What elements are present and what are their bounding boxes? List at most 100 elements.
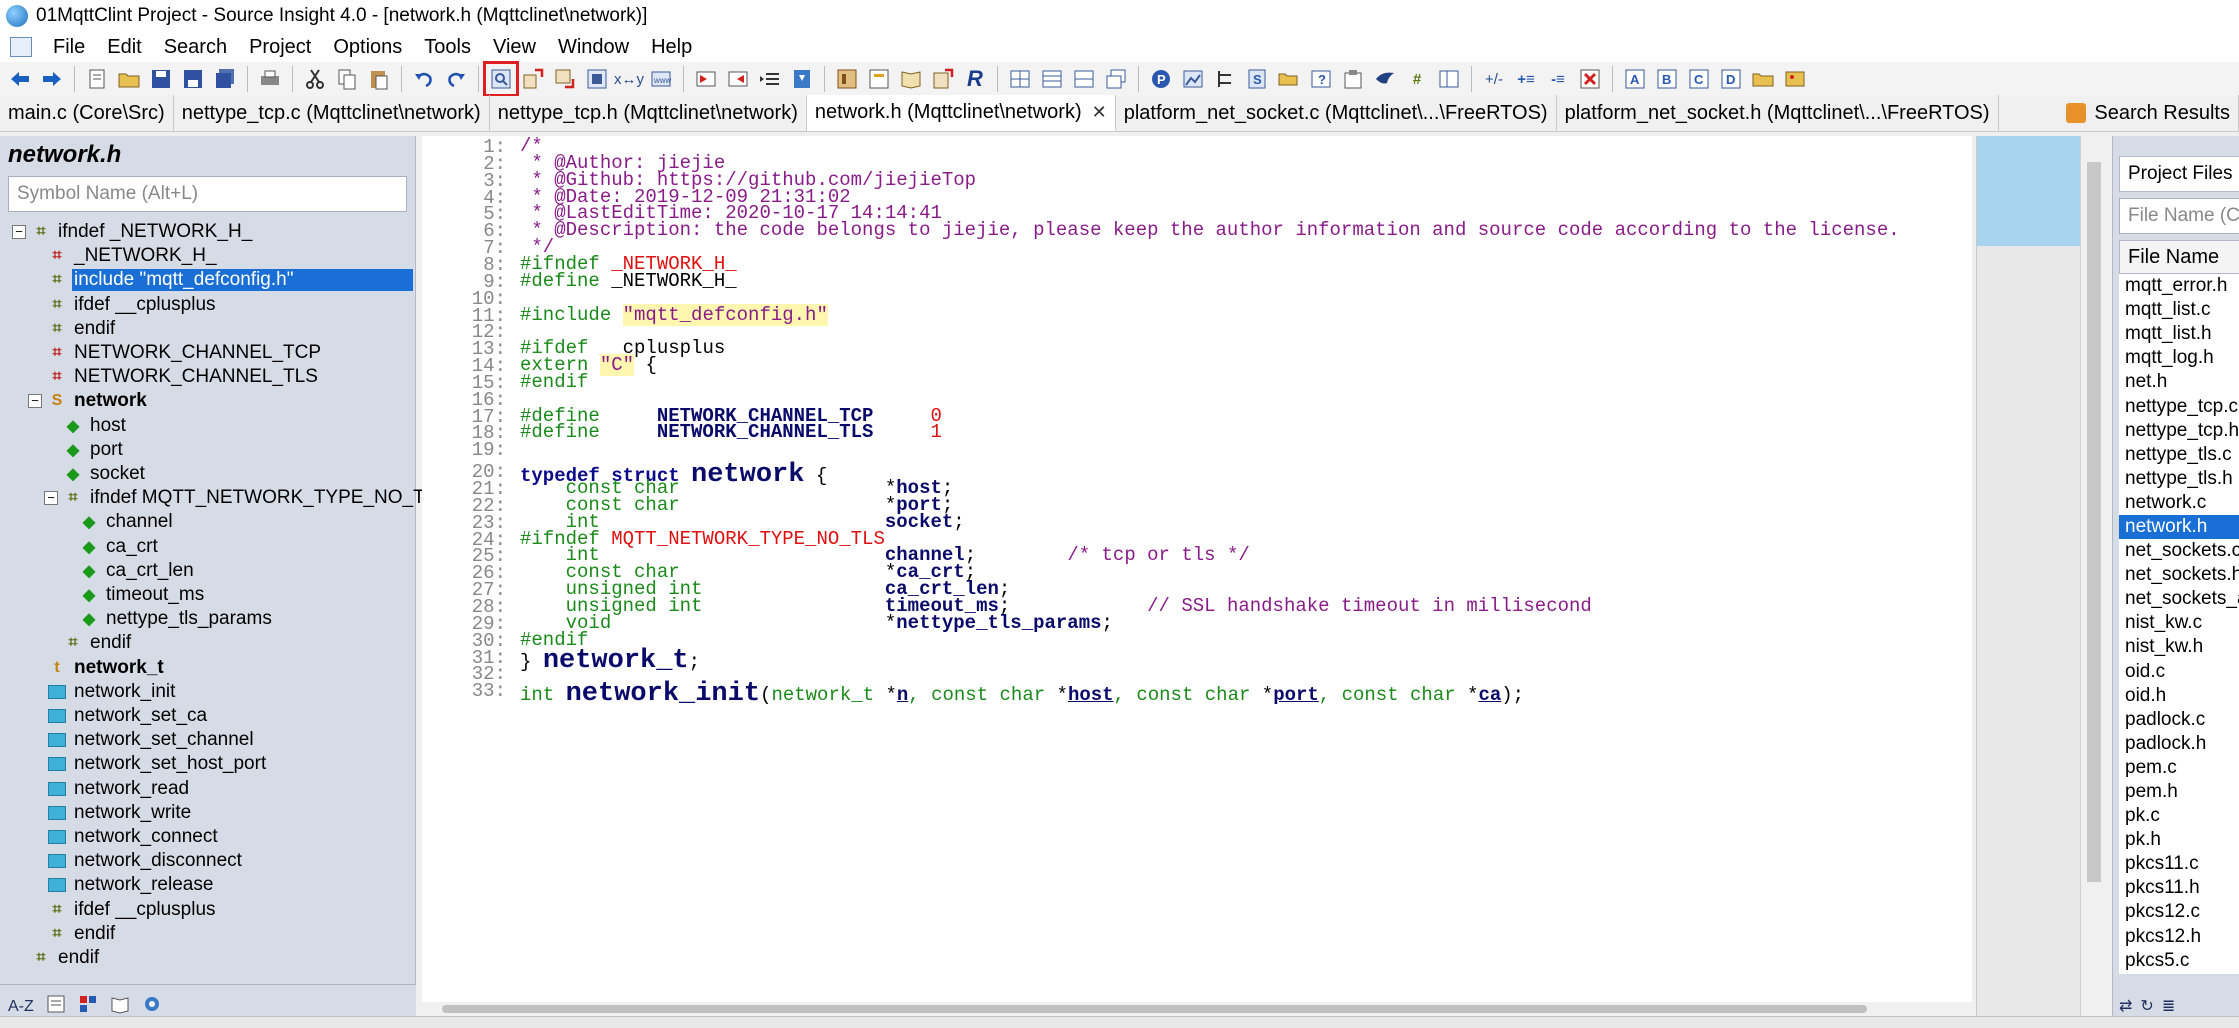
project-file-item[interactable]: oid.c [2119, 660, 2239, 684]
menu-window[interactable]: Window [547, 36, 640, 59]
project-file-item[interactable]: pkcs11.c [2119, 852, 2239, 876]
symbol-tree-item[interactable]: ◆ timeout_ms [60, 583, 206, 607]
menu-project[interactable]: Project [238, 36, 322, 59]
project-file-item[interactable]: padlock.h [2119, 732, 2239, 756]
project-file-item[interactable]: nist_kw.h [2119, 635, 2239, 659]
context-icon[interactable]: x↔y [614, 66, 644, 92]
symbol-tree-item[interactable]: ◆ channel [60, 510, 175, 534]
symbol-tree-item[interactable]: ◆ ca_crt_len [60, 559, 196, 583]
save-all-icon[interactable] [212, 66, 238, 92]
project-file-item[interactable]: padlock.c [2119, 708, 2239, 732]
symbol-tree-item[interactable]: ◆ nettype_tls_params [60, 607, 274, 631]
symbol-tree-item[interactable]: ◆ port [44, 438, 125, 462]
open-folder-icon[interactable] [116, 66, 142, 92]
d-box-icon[interactable]: D [1718, 66, 1744, 92]
project-window-icon[interactable] [866, 66, 892, 92]
jump-to-caller-icon[interactable] [520, 66, 546, 92]
layout-grid-icon[interactable] [1007, 66, 1033, 92]
symbol-tree-item[interactable]: ◆ socket [44, 462, 147, 486]
code-minimap[interactable] [1976, 136, 2081, 1016]
symbol-tree-item[interactable]: ⌗ ifdef __cplusplus [28, 898, 218, 922]
panel-icon[interactable] [1436, 66, 1462, 92]
project-file-item[interactable]: pem.h [2119, 780, 2239, 804]
symbol-tree-item[interactable]: ◆ ca_crt [60, 535, 160, 559]
symbol-tree-item[interactable]: network_disconnect [28, 849, 244, 873]
symbol-tree-item[interactable]: ⌗ endif [12, 946, 101, 970]
symbol-tree-item[interactable]: ⌗ endif [28, 317, 117, 341]
project-file-item[interactable]: nettype_tcp.c [2119, 394, 2239, 418]
file-name-search-input[interactable]: File Name (Ct [2119, 198, 2239, 234]
collapse-icon[interactable]: − [44, 491, 58, 506]
project-file-item[interactable]: mqtt_log.h [2119, 346, 2239, 370]
symbol-tree-item[interactable]: network_read [28, 777, 191, 801]
copy-icon[interactable] [334, 66, 360, 92]
menu-options[interactable]: Options [322, 36, 413, 59]
bird-icon[interactable] [1372, 66, 1398, 92]
delete-x-icon[interactable] [1577, 66, 1603, 92]
symbol-tree-item[interactable]: network_set_ca [28, 704, 209, 728]
search-results-tab[interactable]: Search Results [2056, 95, 2239, 131]
symbol-tree-item[interactable]: − ⌗ ifndef _NETWORK_H_ [12, 220, 254, 244]
file-tab[interactable]: main.c (Core\Src) [0, 95, 174, 131]
symbol-tree-item[interactable]: − ⌗ ifndef MQTT_NETWORK_TYPE_NO_T [44, 486, 427, 510]
plus-lines-icon[interactable]: +≡ [1513, 66, 1539, 92]
project-file-item[interactable]: nettype_tcp.h [2119, 419, 2239, 443]
project-file-item[interactable]: mqtt_error.h [2119, 274, 2239, 298]
project-file-item[interactable]: network.c [2119, 491, 2239, 515]
file-tab[interactable]: network.h (Mqttclinet\network) ✕ [806, 95, 1116, 131]
project-file-item[interactable]: nettype_tls.h [2119, 467, 2239, 491]
menu-search[interactable]: Search [153, 36, 238, 59]
indent-left-icon[interactable] [693, 66, 719, 92]
symbol-tree-item[interactable]: network_set_channel [28, 728, 256, 752]
project-file-item[interactable]: net_sockets_a [2119, 587, 2239, 611]
file-tab[interactable]: nettype_tcp.c (Mqttclinet\network) [174, 95, 490, 131]
cascade-windows-icon[interactable] [1103, 66, 1129, 92]
symbol-tree-item[interactable]: ⌗ NETWORK_CHANNEL_TLS [28, 365, 320, 389]
web-icon[interactable]: www [648, 66, 674, 92]
paste-icon[interactable] [366, 66, 392, 92]
sort-az-icon[interactable]: A-Z [8, 998, 34, 1016]
vertical-scrollbar[interactable] [2080, 136, 2106, 1016]
tree-icon[interactable] [1212, 66, 1238, 92]
symbol-tree-item[interactable]: network_init [28, 680, 177, 704]
collapse-icon[interactable]: − [12, 225, 26, 239]
file-tab[interactable]: platform_net_socket.h (Mqttclinet\...\Fr… [1557, 95, 1999, 131]
project-file-item[interactable]: pkcs11.h [2119, 876, 2239, 900]
indent-right-icon[interactable] [725, 66, 751, 92]
refresh-icon[interactable]: ↻ [2140, 996, 2153, 1016]
list-arrow-icon[interactable] [757, 66, 783, 92]
menu-edit[interactable]: Edit [96, 36, 152, 59]
symbol-tree-item[interactable]: ⌗ NETWORK_CHANNEL_TCP [28, 341, 323, 365]
b-box-icon[interactable]: B [1654, 66, 1680, 92]
clip-window-icon[interactable] [1340, 66, 1366, 92]
bookmark-icon[interactable] [789, 66, 815, 92]
back-arrow-icon[interactable] [7, 66, 33, 92]
hash-icon[interactable]: # [1404, 66, 1430, 92]
project-file-item[interactable]: pkcs12.h [2119, 925, 2239, 949]
code-line[interactable]: void *nettype_tls_params; [520, 612, 1113, 634]
collapse-icon[interactable]: − [28, 394, 42, 409]
book-icon[interactable] [898, 66, 924, 92]
c-box-icon[interactable]: C [1686, 66, 1712, 92]
browse-project-symbols-icon[interactable] [483, 61, 519, 97]
minus-lines-icon[interactable]: -≡ [1545, 66, 1571, 92]
lookup-references-icon[interactable] [584, 66, 610, 92]
symbol-tree-item[interactable]: ◆ host [44, 414, 128, 438]
symbol-tree-item[interactable]: ⌗ include "mqtt_defconfig.h" [28, 268, 413, 292]
symbol-tree-item[interactable]: ⌗ _NETWORK_H_ [28, 244, 219, 268]
save-icon[interactable] [148, 66, 174, 92]
symbol-tree-item[interactable]: network_connect [28, 825, 220, 849]
layout-rows-icon[interactable] [1039, 66, 1065, 92]
code-editor[interactable]: 1:/* 2: * @Author: jiejie 3: * @Github: ht… [422, 135, 1972, 1016]
symbol-tree-item[interactable]: network_write [28, 801, 193, 825]
symbol-tree-item[interactable]: ⌗ ifdef __cplusplus [28, 293, 218, 317]
menu-help[interactable]: Help [640, 36, 703, 59]
list-icon[interactable]: ≣ [2162, 996, 2175, 1016]
relation-window-icon[interactable] [930, 66, 956, 92]
file-tab[interactable]: nettype_tcp.h (Mqttclinet\network) [490, 95, 807, 131]
code-line[interactable]: #endif [520, 371, 588, 393]
project-file-item[interactable]: pkcs5.c [2119, 949, 2239, 973]
code-line[interactable]: #include "mqtt_defconfig.h" [520, 303, 828, 326]
layout-split-icon[interactable] [1071, 66, 1097, 92]
close-tab-icon[interactable]: ✕ [1092, 102, 1107, 123]
